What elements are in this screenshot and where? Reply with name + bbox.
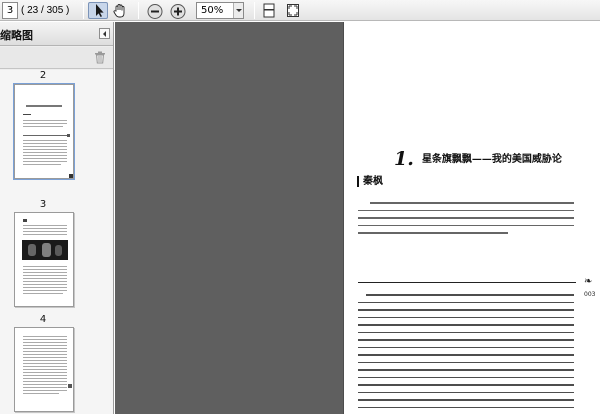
- panel-title: 缩略图: [0, 29, 33, 42]
- toolbar-separator: [138, 2, 139, 19]
- chapter-heading: 1. 星条旗飘飘——我的美国威胁论: [394, 148, 564, 170]
- zoom-in-icon: [170, 4, 186, 19]
- chapter-number: 1.: [394, 148, 414, 170]
- thumbnail-panel: 缩略图 2 3 4: [0, 22, 114, 414]
- toolbar-separator: [254, 2, 255, 19]
- trash-icon[interactable]: [94, 51, 106, 64]
- zoom-value: 50%: [201, 5, 224, 16]
- chapter-title: 星条旗飘飘——我的美国威胁论: [421, 154, 562, 165]
- thumbnail-page-4[interactable]: [14, 212, 74, 307]
- thumbnail-page-5[interactable]: [14, 327, 74, 412]
- page-count: ( 23 / 305 ): [21, 5, 70, 16]
- hand-icon: [113, 4, 125, 18]
- single-page-icon: [263, 3, 275, 18]
- zoom-out-icon: [147, 4, 163, 19]
- hand-tool-button[interactable]: [110, 2, 130, 19]
- thumbnail-list: 2 3 4: [0, 70, 113, 414]
- page-ornament: ❧: [584, 276, 593, 287]
- toolbar-separator: [83, 2, 84, 19]
- panel-header: 缩略图: [0, 22, 113, 46]
- document-page: 1. 星条旗飘飘——我的美国威胁论 秦枫 ❧ 003: [344, 22, 600, 414]
- page-number: 003: [584, 291, 596, 298]
- author-name: 秦枫: [357, 176, 383, 187]
- toolbar: 3 ( 23 / 305 ) 50%: [0, 0, 600, 21]
- zoom-in-button[interactable]: [168, 2, 188, 19]
- zoom-out-button[interactable]: [145, 2, 165, 19]
- body-paragraph: [358, 294, 574, 414]
- select-tool-button[interactable]: [88, 2, 108, 19]
- thumbnail-label: 4: [39, 314, 47, 325]
- chevron-down-icon[interactable]: [233, 3, 243, 18]
- zoom-select[interactable]: 50%: [196, 2, 244, 19]
- panel-toolbar: [0, 47, 113, 69]
- page-number-input[interactable]: 3: [2, 2, 18, 19]
- document-viewport[interactable]: 1. 星条旗飘飘——我的美国威胁论 秦枫 ❧ 003: [115, 22, 600, 414]
- fit-page-icon: [287, 4, 299, 17]
- abstract-paragraph: [358, 202, 574, 240]
- thumbnail-label: 3: [39, 199, 47, 210]
- section-divider: [358, 282, 576, 283]
- select-arrow-icon: [96, 4, 104, 17]
- thumbnail-page-3[interactable]: [13, 83, 75, 180]
- collapse-panel-icon[interactable]: [99, 28, 110, 39]
- single-page-button[interactable]: [260, 2, 278, 19]
- thumbnail-label: 2: [39, 70, 47, 81]
- fit-page-button[interactable]: [284, 2, 302, 19]
